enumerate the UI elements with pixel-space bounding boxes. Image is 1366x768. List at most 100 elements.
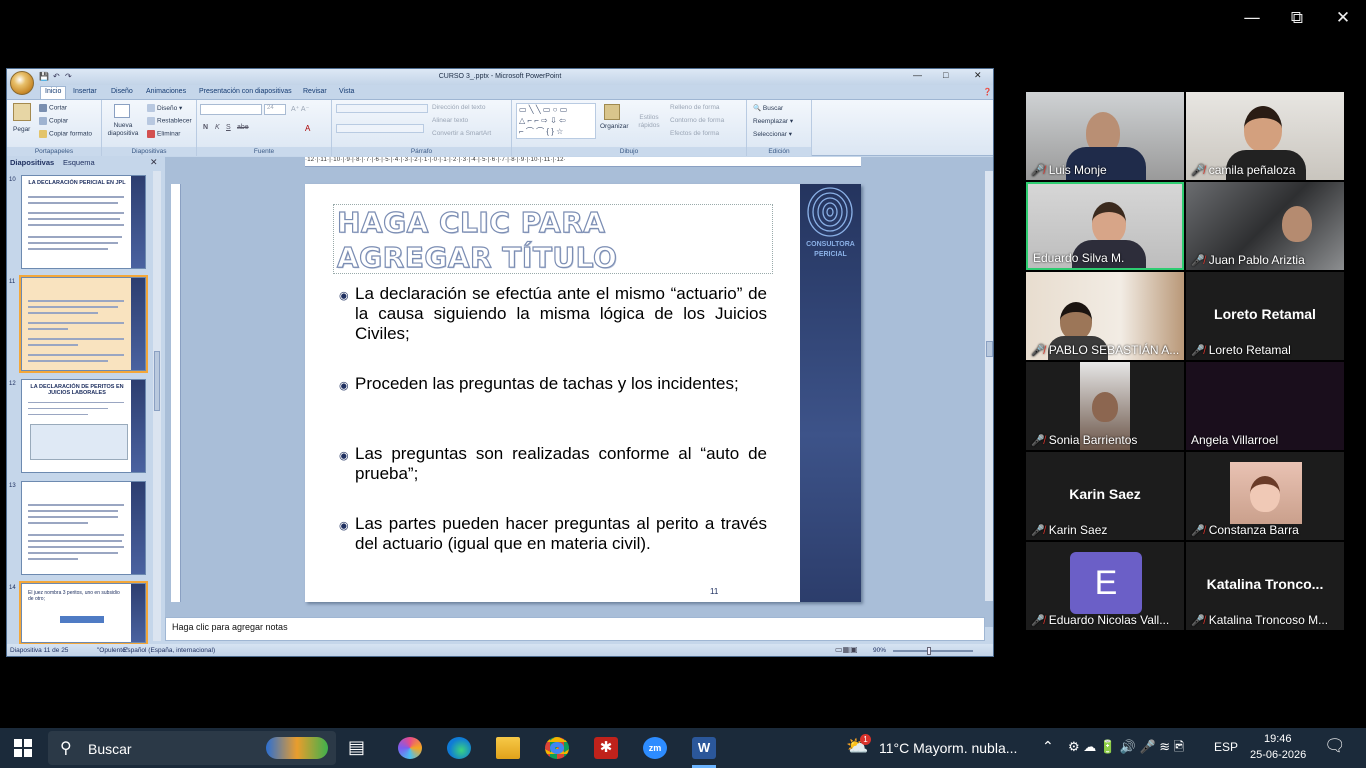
participant-tile[interactable]: Loreto Retamal 🎤̸ Loreto Retamal: [1186, 272, 1344, 360]
font-color-icon[interactable]: A: [305, 124, 310, 133]
participant-tile[interactable]: 🎤̸ Constanza Barra: [1186, 452, 1344, 540]
main-scroll-thumb[interactable]: [986, 341, 993, 357]
replace-button[interactable]: Reemplazar ▾: [753, 117, 793, 125]
tab-vista[interactable]: Vista: [339, 88, 354, 95]
tab-diseno[interactable]: Diseño: [111, 88, 133, 95]
tab-insertar[interactable]: Insertar: [73, 88, 97, 95]
chevron-up-icon[interactable]: ⌃: [1042, 738, 1054, 755]
paste-button[interactable]: Pegar: [13, 126, 30, 133]
edge-icon[interactable]: [447, 737, 471, 759]
slide-canvas[interactable]: CONSULTORA PERICIAL HAGA CLIC PARA AGREG…: [305, 184, 861, 602]
weather-icon[interactable]: ⛅ 1: [846, 734, 872, 760]
italic-icon[interactable]: K: [215, 124, 220, 131]
pane-scrollbar[interactable]: [153, 171, 161, 641]
cut-button[interactable]: Cortar: [39, 104, 67, 112]
underline-icon[interactable]: S: [226, 124, 231, 131]
main-scrollbar[interactable]: [985, 171, 993, 601]
tab-inicio[interactable]: Inicio: [40, 86, 67, 99]
chrome-icon[interactable]: [545, 737, 569, 759]
notes-pane[interactable]: Haga clic para agregar notas: [165, 617, 985, 641]
language-status[interactable]: Español (España, internacional): [123, 647, 215, 654]
bold-icon[interactable]: N: [203, 124, 208, 131]
strike-icon[interactable]: abe: [237, 124, 249, 131]
participant-tile[interactable]: 🎤̸ camila peñaloza: [1186, 92, 1344, 180]
tab-animaciones[interactable]: Animaciones: [146, 88, 186, 95]
help-icon[interactable]: ❓: [983, 88, 992, 96]
new-slide-button[interactable]: Nueva diapositiva: [105, 122, 141, 138]
ppt-close-button[interactable]: ✕: [974, 70, 982, 81]
participant-tile[interactable]: 🎤̸ Sonia Barrientos: [1026, 362, 1184, 450]
shape-outline-button[interactable]: Contorno de forma: [670, 117, 724, 124]
copy-button[interactable]: Copiar: [39, 117, 68, 125]
slide-thumbnail-11[interactable]: [19, 275, 148, 373]
smartart-button[interactable]: Convertir a SmartArt: [432, 130, 491, 137]
ppt-maximize-button[interactable]: □: [943, 70, 948, 80]
reset-button[interactable]: Restablecer: [147, 117, 192, 125]
text-direction-button[interactable]: Dirección del texto: [432, 104, 485, 111]
zoom-slider[interactable]: [893, 647, 973, 655]
language-indicator[interactable]: ESP: [1214, 740, 1238, 754]
tab-diapositivas[interactable]: Diapositivas: [10, 158, 54, 167]
minimize-button[interactable]: —: [1232, 8, 1272, 28]
word-icon[interactable]: W: [692, 737, 716, 759]
shape-effects-button[interactable]: Efectos de forma: [670, 130, 719, 137]
acrobat-icon[interactable]: ✱: [594, 737, 618, 759]
format-painter-button[interactable]: Copiar formato: [39, 130, 92, 138]
clock-time[interactable]: 19:46: [1264, 733, 1292, 745]
shape-fill-button[interactable]: Relleno de forma: [670, 104, 720, 111]
organize-icon[interactable]: [604, 104, 620, 120]
slide-thumbnail-12[interactable]: LA DECLARACIÓN DE PERITOS EN JUICIOS LAB…: [21, 379, 146, 473]
tab-revisar[interactable]: Revisar: [303, 88, 327, 95]
restore-button[interactable]: ⧉: [1277, 8, 1317, 28]
list-buttons[interactable]: [336, 104, 428, 113]
notifications-icon[interactable]: 🗨: [1324, 736, 1346, 756]
select-button[interactable]: Seleccionar ▾: [753, 130, 792, 138]
file-explorer-icon[interactable]: [496, 737, 520, 759]
view-buttons[interactable]: ▭▦▣: [835, 645, 858, 654]
copilot-icon[interactable]: [398, 737, 422, 759]
layout-button[interactable]: Diseño ▾: [147, 104, 182, 113]
tab-esquema[interactable]: Esquema: [63, 158, 95, 167]
slide-thumbnail-10[interactable]: LA DECLARACIÓN PERICIAL EN JPL: [21, 175, 146, 269]
font-family-select[interactable]: [200, 104, 262, 115]
participant-tile[interactable]: Karin Saez 🎤̸ Karin Saez: [1026, 452, 1184, 540]
participant-tile[interactable]: E 🎤̸ Eduardo Nicolas Vall...: [1026, 542, 1184, 630]
find-button[interactable]: 🔍 Buscar: [753, 104, 783, 112]
close-button[interactable]: ✕: [1323, 8, 1363, 28]
participant-tile-active-speaker[interactable]: Eduardo Silva M.: [1026, 182, 1184, 270]
ppt-minimize-button[interactable]: —: [913, 70, 922, 80]
shapes-gallery[interactable]: ▭ ╲ ╲ ▭ ○ ▭ △ ⌐ ⌐ ⇨ ⇩ ⇦ ⌐ ⌒ ⌒ { } ☆: [516, 103, 596, 139]
delete-button[interactable]: Eliminar: [147, 130, 180, 138]
quick-styles-button[interactable]: Estilos rápidos: [636, 114, 662, 130]
task-view-icon[interactable]: ▤: [348, 737, 372, 759]
grow-font-icon[interactable]: A⁺ A⁻: [291, 105, 309, 113]
participant-tile[interactable]: 🎤̸ PABLO SEBASTIÁN A...: [1026, 272, 1184, 360]
participant-tile[interactable]: 🎤̸ Juan Pablo Ariztia: [1186, 182, 1344, 270]
zoom-level[interactable]: 90%: [873, 647, 886, 654]
slide-title-placeholder[interactable]: HAGA CLIC PARA AGREGAR TÍTULO: [333, 204, 773, 275]
save-icon[interactable]: 💾: [39, 72, 49, 81]
participant-tile[interactable]: Katalina Tronco... 🎤̸ Katalina Troncoso M…: [1186, 542, 1344, 630]
organize-button[interactable]: Organizar: [600, 123, 629, 130]
paste-icon[interactable]: [13, 103, 31, 121]
taskbar-search-box[interactable]: ⚲ Buscar: [48, 731, 336, 765]
weather-text[interactable]: 11°C Mayorm. nubla...: [879, 740, 1017, 756]
slide-thumbnail-13[interactable]: [21, 481, 146, 575]
align-text-button[interactable]: Alinear texto: [432, 117, 468, 124]
participant-tile[interactable]: 🎤̸ Luis Monje: [1026, 92, 1184, 180]
pane-scroll-thumb[interactable]: [154, 351, 160, 411]
font-size-select[interactable]: 24: [264, 104, 286, 115]
tray-icons[interactable]: ⚙ ☁ 🔋 🔊 🎤 ≋ 🖻: [1068, 738, 1184, 760]
windows-start-icon[interactable]: [14, 739, 32, 757]
clock-date[interactable]: 25-06-2026: [1250, 749, 1306, 761]
close-pane-icon[interactable]: ✕: [150, 157, 158, 168]
align-buttons[interactable]: [336, 124, 424, 133]
participant-tile[interactable]: Angela Villarroel: [1186, 362, 1344, 450]
new-slide-icon[interactable]: [114, 104, 130, 118]
slide-body[interactable]: ◉ La declaración se efectúa ante el mismo…: [339, 284, 767, 554]
redo-icon[interactable]: ↷: [65, 72, 72, 81]
zoom-slider-thumb[interactable]: [927, 647, 931, 655]
zoom-app-icon[interactable]: zm: [643, 737, 667, 759]
undo-icon[interactable]: ↶: [53, 72, 60, 81]
tab-presentacion[interactable]: Presentación con diapositivas: [199, 88, 292, 95]
